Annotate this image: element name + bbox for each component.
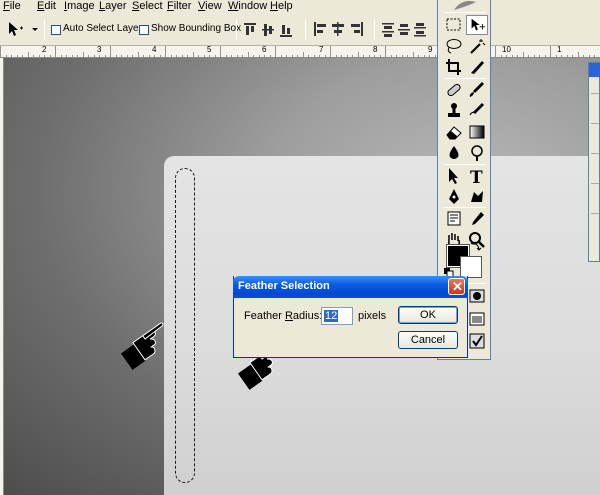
cancel-button[interactable]: Cancel <box>398 331 458 349</box>
quick-mask-icon[interactable] <box>468 287 486 305</box>
dialog-title: Feather Selection <box>238 280 330 292</box>
move-tool-preset-icon[interactable] <box>6 20 40 40</box>
options-separator <box>236 20 237 40</box>
clone-stamp-icon[interactable] <box>443 101 465 121</box>
align-buttons-group-2 <box>314 22 363 36</box>
blur-tool-icon[interactable] <box>443 143 465 163</box>
ruler-label: 3 <box>97 46 102 54</box>
dialog-titlebar[interactable]: Feather Selection ✕ <box>233 276 468 298</box>
ruler-label: 6 <box>262 46 267 54</box>
custom-shape-icon[interactable] <box>466 187 488 207</box>
palette-row <box>591 153 599 154</box>
menu-edit[interactable]: Edit <box>37 0 56 14</box>
lasso-tool-icon[interactable] <box>443 36 465 56</box>
menu-layer[interactable]: Layer <box>99 0 127 14</box>
svg-text:T: T <box>470 168 483 186</box>
menu-image[interactable]: Image <box>64 0 95 14</box>
feather-radius-label: Feather Radius: <box>244 310 323 322</box>
options-separator <box>305 20 306 40</box>
menu-bar: File Edit Image Layer Select Filter View… <box>0 0 600 14</box>
feather-radius-value: 12 <box>324 310 339 322</box>
distribute-top-icon[interactable] <box>382 23 394 37</box>
slice-tool-icon[interactable] <box>466 57 488 77</box>
options-separator <box>44 20 45 40</box>
menu-select[interactable]: Select <box>132 0 163 14</box>
healing-brush-icon[interactable] <box>443 80 465 100</box>
align-right-edges-icon[interactable] <box>351 22 363 36</box>
menu-filter[interactable]: Filter <box>167 0 191 14</box>
ruler-label: 2 <box>42 46 47 54</box>
menu-help[interactable]: Help <box>270 0 293 14</box>
ruler-label: 1 <box>557 46 562 54</box>
screen-mode-icon[interactable] <box>468 310 486 328</box>
ok-button[interactable]: OK <box>398 306 458 324</box>
show-bounding-box-checkbox[interactable] <box>139 25 149 35</box>
tool-divider <box>444 78 486 79</box>
ruler-label: 10 <box>502 46 511 54</box>
rectangular-marquee-icon[interactable] <box>443 15 465 35</box>
magic-wand-icon[interactable] <box>466 36 488 56</box>
distribute-bottom-icon[interactable] <box>414 23 426 37</box>
history-brush-icon[interactable] <box>466 101 488 121</box>
move-tool-icon[interactable] <box>466 15 488 35</box>
feather-logo-icon <box>454 1 476 10</box>
auto-select-layer-checkbox[interactable] <box>51 25 61 35</box>
feather-radius-input[interactable]: 12 <box>321 307 353 325</box>
distribute-center-icon[interactable] <box>398 24 410 35</box>
pen-tool-icon[interactable] <box>443 187 465 207</box>
close-icon: ✕ <box>452 279 463 294</box>
unit-label: pixels <box>358 310 387 322</box>
eraser-tool-icon[interactable] <box>443 122 465 142</box>
palette-row <box>591 93 599 94</box>
eyedropper-icon[interactable] <box>466 209 488 229</box>
menu-view[interactable]: View <box>198 0 222 14</box>
pointing-hand-icon <box>120 322 164 370</box>
distribute-buttons-group <box>382 23 426 37</box>
options-separator <box>374 20 375 40</box>
auto-select-layer-label: Auto Select Layer <box>63 23 142 34</box>
align-bottom-edges-icon[interactable] <box>280 25 292 37</box>
type-tool-icon[interactable]: T <box>466 166 488 186</box>
menu-file[interactable]: File <box>3 0 21 14</box>
gradient-tool-icon[interactable] <box>466 122 488 142</box>
ruler-label: 5 <box>207 46 212 54</box>
ruler-label: 8 <box>373 46 378 54</box>
close-button[interactable]: ✕ <box>448 278 465 295</box>
menu-window[interactable]: Window <box>228 0 267 14</box>
brush-tool-icon[interactable] <box>466 80 488 100</box>
feather-selection-dialog: Feather Selection ✕ Feather Radius: 12 p… <box>233 276 468 358</box>
tool-divider <box>444 207 486 208</box>
align-left-edges-icon[interactable] <box>314 22 326 36</box>
horizontal-ruler: 2 3 4 5 6 7 8 9 10 1 <box>0 46 600 58</box>
vertical-ruler <box>0 58 4 495</box>
palette-row <box>591 213 599 214</box>
show-bounding-box-label: Show Bounding Box <box>151 23 242 34</box>
jump-to-imageready-icon[interactable] <box>468 332 486 350</box>
layers-palette-edge[interactable] <box>588 62 600 262</box>
crop-tool-icon[interactable] <box>443 57 465 77</box>
dodge-tool-icon[interactable] <box>466 143 488 163</box>
marquee-selection[interactable] <box>175 168 195 483</box>
options-bar: Auto Select Layer Show Bounding Box <box>0 14 600 46</box>
swap-colors-icon[interactable] <box>470 241 482 253</box>
path-selection-icon[interactable] <box>443 166 465 186</box>
ruler-label: 4 <box>152 46 157 54</box>
palette-row <box>591 183 599 184</box>
tool-divider <box>444 12 486 13</box>
ruler-label: 9 <box>428 46 433 54</box>
palette-titlebar <box>589 63 600 77</box>
align-vertical-centers-icon[interactable] <box>262 24 274 36</box>
background-color-swatch[interactable] <box>460 256 482 278</box>
palette-row <box>591 123 599 124</box>
ruler-label: 7 <box>319 46 324 54</box>
align-top-edges-icon[interactable] <box>244 23 256 35</box>
align-horizontal-centers-icon[interactable] <box>332 22 344 36</box>
tool-divider <box>444 164 486 165</box>
align-buttons-group <box>244 23 292 37</box>
notes-tool-icon[interactable] <box>443 209 465 229</box>
